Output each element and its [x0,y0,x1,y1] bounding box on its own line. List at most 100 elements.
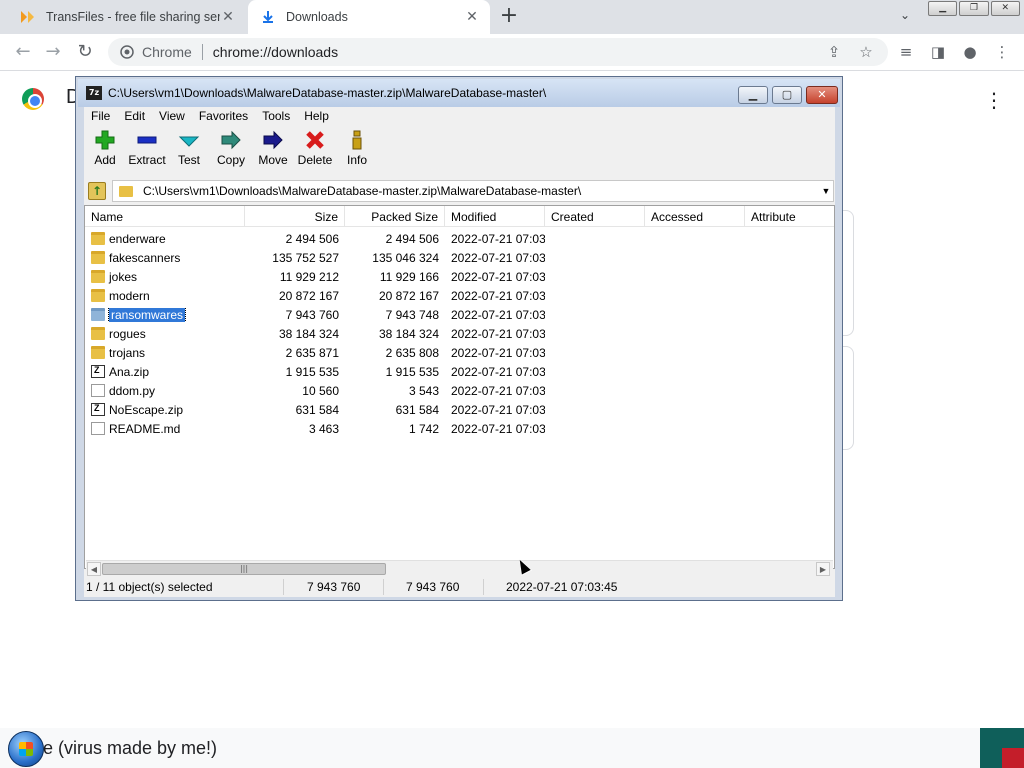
site-chip[interactable]: Chrome [120,44,192,60]
table-row[interactable]: ddom.py 10 560 3 543 2022-07-21 07:03 [85,381,834,400]
restore-button[interactable]: ❐ [959,1,989,16]
table-row[interactable]: Ana.zip 1 915 535 1 915 535 2022-07-21 07:0… [85,362,834,381]
minimize-button[interactable]: ▁ [738,86,768,104]
menu-help[interactable]: Help [297,107,336,125]
cell-name: jokes [85,270,245,284]
cell-size: 7 943 760 [285,307,339,322]
share-icon[interactable]: ⇪ [824,43,844,63]
address-bar[interactable]: Chrome chrome://downloads [108,38,888,66]
side-panel-icon[interactable]: ◨ [928,43,948,63]
column-header: Name Size Packed Size Modified Created A… [85,206,834,227]
cell-attributes [745,310,834,320]
tab-search-chevron-icon[interactable]: ⌄ [896,8,914,26]
cell-packed-size: 135 046 324 [372,250,439,265]
move-button[interactable]: Move [252,127,294,175]
status-modified: 2022-07-21 07:03:45 [506,580,618,594]
browser-menu-icon[interactable]: ⋮ [992,43,1012,63]
extract-button[interactable]: Extract [126,127,168,175]
column-name[interactable]: Name [85,206,245,226]
cell-size: 1 915 535 [285,364,339,379]
scroll-right-icon[interactable]: ▶ [816,562,830,576]
status-bar: 1 / 11 object(s) selected 7 943 760 7 94… [84,577,835,597]
file-rows: enderware 2 494 506 2 494 506 2022-07-21 07… [85,229,834,438]
column-accessed[interactable]: Accessed [645,206,745,226]
tab-title: TransFiles - free file sharing servi [46,10,220,24]
minimize-button[interactable]: ▁ [928,1,958,16]
add-button[interactable]: Add [84,127,126,175]
menu-edit[interactable]: Edit [117,107,152,125]
folder-up-icon[interactable]: ↑ [88,182,106,200]
table-row[interactable]: fakescanners 135 752 527 135 046 324 2022-0… [85,248,834,267]
table-row[interactable]: rogues 38 184 324 38 184 324 2022-07-21 07:… [85,324,834,343]
folder-icon [91,308,105,321]
forward-arrow-icon[interactable]: → [42,42,64,64]
folder-icon [91,327,105,340]
cell-size: 38 184 324 [278,326,339,341]
file-list[interactable]: Name Size Packed Size Modified Created A… [84,205,835,569]
table-row[interactable]: ransomwares 7 943 760 7 943 748 2022-07-21 … [85,305,834,324]
column-created[interactable]: Created [545,206,645,226]
maximize-button[interactable]: ▢ [772,86,802,104]
dropdown-arrow-icon[interactable]: ▼ [819,186,833,196]
extract-label: Extract [128,153,166,167]
window-controls: ▁ ❐ ✕ [928,1,1020,17]
file-name: README.md [109,421,181,436]
folder-icon [91,270,105,283]
menu-view[interactable]: View [152,107,192,125]
profile-avatar-icon[interactable]: ● [960,43,980,63]
table-row[interactable]: trojans 2 635 871 2 635 808 2022-07-21 07:0… [85,343,834,362]
horizontal-scrollbar[interactable]: ◀ ||| ▶ [86,560,833,576]
cell-attributes [745,272,834,282]
copy-button[interactable]: Copy [210,127,252,175]
file-icon [91,384,105,397]
cell-modified: 2022-07-21 07:03 [451,402,545,417]
move-label: Move [258,153,288,167]
column-attributes[interactable]: Attribute [745,206,834,226]
close-tab-icon[interactable]: ✕ [464,9,480,25]
cell-packed-size: 631 584 [395,402,439,417]
folder-icon [91,289,105,302]
back-arrow-icon[interactable]: ← [12,42,34,64]
delete-button[interactable]: Delete [294,127,336,175]
scroll-left-icon[interactable]: ◀ [87,562,101,576]
bookmark-star-icon[interactable]: ☆ [856,43,876,63]
start-button[interactable] [8,731,44,767]
new-tab-button[interactable]: + [498,5,520,28]
table-row[interactable]: enderware 2 494 506 2 494 506 2022-07-21 07… [85,229,834,248]
reload-icon[interactable]: ↻ [74,42,96,64]
chrome-logo-icon [22,88,44,110]
close-tab-icon[interactable]: ✕ [220,9,236,25]
column-size[interactable]: Size [245,206,345,226]
close-window-button[interactable]: ✕ [990,1,1020,16]
table-row[interactable]: modern 20 872 167 20 872 167 2022-07-21 07:… [85,286,834,305]
close-button[interactable]: ✕ [806,86,838,104]
test-button[interactable]: Test [168,127,210,175]
window-titlebar[interactable]: 7z C:\Users\vm1\Downloads\MalwareDatabas… [78,79,840,107]
menu-tools[interactable]: Tools [255,107,297,125]
menu-file[interactable]: File [84,107,117,125]
info-button[interactable]: Info [336,127,378,175]
tab-transfiles[interactable]: TransFiles - free file sharing servi ✕ [8,0,246,34]
site-chip-label: Chrome [142,44,192,60]
scroll-thumb[interactable]: ||| [102,563,386,575]
cell-name: modern [85,289,245,303]
download-icon [260,9,276,25]
folder-icon [91,346,105,359]
cell-attributes [745,253,834,263]
media-controls-icon[interactable]: ≡ [896,43,916,63]
plus-icon [94,127,116,153]
path-combobox[interactable]: C:\Users\vm1\Downloads\MalwareDatabase-m… [112,180,834,202]
menu-favorites[interactable]: Favorites [192,107,255,125]
page-menu-icon[interactable]: ⋮ [984,88,1004,112]
table-row[interactable]: jokes 11 929 212 11 929 166 2022-07-21 07:0… [85,267,834,286]
tab-downloads[interactable]: Downloads ✕ [248,0,490,34]
file-name: modern [109,288,150,303]
move-arrow-icon [262,127,284,153]
menu-bar: File Edit View Favorites Tools Help [84,107,835,125]
cell-size: 135 752 527 [272,250,339,265]
table-row[interactable]: README.md 3 463 1 742 2022-07-21 07:03 [85,419,834,438]
column-modified[interactable]: Modified [445,206,545,226]
column-packed-size[interactable]: Packed Size [345,206,445,226]
zip-archive-icon [91,403,105,416]
table-row[interactable]: NoEscape.zip 631 584 631 584 2022-07-21 07:… [85,400,834,419]
